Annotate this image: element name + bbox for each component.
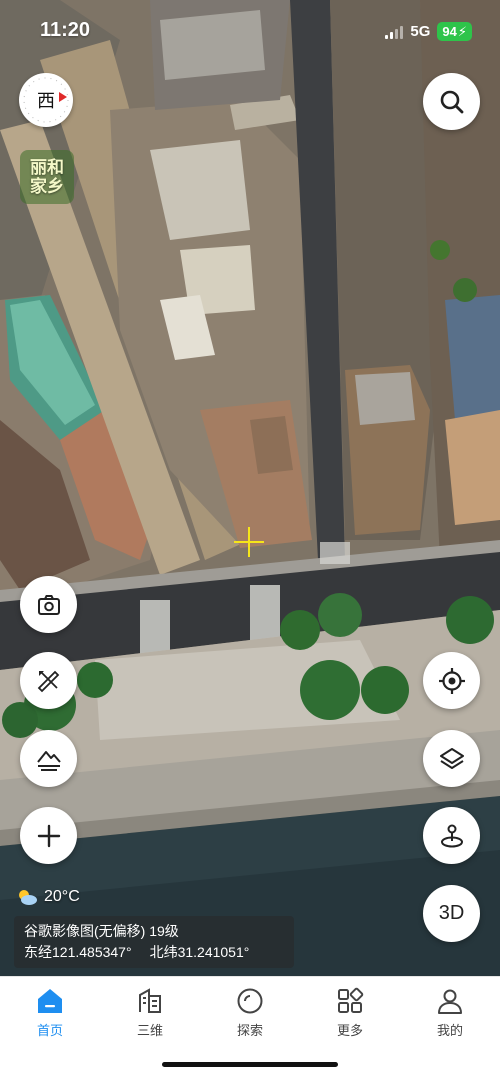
partly-cloudy-icon <box>19 890 37 905</box>
battery-indicator: 94 ⚡ <box>437 22 472 41</box>
user-icon <box>436 987 464 1015</box>
mode-3d-label: 3D <box>438 902 465 924</box>
buildings-icon <box>136 987 164 1015</box>
pin-icon <box>440 824 463 847</box>
layers-icon <box>439 747 464 769</box>
locate-icon <box>438 667 465 694</box>
terrain-icon <box>36 750 61 771</box>
home-icon <box>36 987 64 1015</box>
tab-label: 首页 <box>36 1023 63 1038</box>
bottom-tab-bar: 首页 三维 探索 更多 我的 <box>0 976 500 1068</box>
compass-button[interactable]: 西 <box>19 73 73 127</box>
layer-name: 谷歌影像图(无偏移) 19级 <box>24 923 179 939</box>
logo-text-line2: 家乡 <box>30 177 64 196</box>
ruler-pencil-icon <box>37 670 59 692</box>
charging-icon: ⚡ <box>457 23 467 39</box>
search-icon <box>440 90 463 113</box>
home-indicator <box>162 1062 338 1067</box>
status-time: 11:20 <box>40 19 91 41</box>
add-button[interactable] <box>20 807 77 864</box>
coordinates: 东经121.485347° 北纬31.241051° <box>24 942 284 963</box>
camera-icon <box>37 594 60 615</box>
apps-icon <box>336 987 364 1015</box>
status-bar: 11:20 5G 94 ⚡ <box>0 0 500 56</box>
tab-3d[interactable]: 三维 <box>100 987 200 1039</box>
map-info-panel: 谷歌影像图(无偏移) 19级 东经121.485347° 北纬31.241051… <box>14 916 294 968</box>
screenshot-button[interactable] <box>20 576 77 633</box>
pin-button[interactable] <box>423 807 480 864</box>
logo-text-line1: 丽和 <box>30 158 64 177</box>
search-button[interactable] <box>423 73 480 130</box>
tab-more[interactable]: 更多 <box>300 987 400 1039</box>
longitude: 东经121.485347° <box>24 944 132 960</box>
temperature: 20°C <box>44 888 80 905</box>
compass-needle-icon <box>59 92 67 102</box>
plus-icon <box>37 824 60 847</box>
tab-label: 更多 <box>336 1023 363 1038</box>
tab-explore[interactable]: 探索 <box>200 987 300 1039</box>
tab-profile[interactable]: 我的 <box>400 987 500 1039</box>
app-logo: 丽和 家乡 <box>20 150 74 204</box>
tab-label: 三维 <box>136 1023 163 1038</box>
locate-button[interactable] <box>423 652 480 709</box>
tab-home[interactable]: 首页 <box>0 987 100 1039</box>
layers-button[interactable] <box>423 730 480 787</box>
status-indicators: 5G 94 ⚡ <box>385 22 472 41</box>
terrain-button[interactable] <box>20 730 77 787</box>
network-label: 5G <box>410 23 431 40</box>
mode-3d-button[interactable]: 3D <box>423 885 480 942</box>
tab-label: 我的 <box>436 1023 463 1038</box>
explore-icon <box>236 987 264 1015</box>
battery-level: 94 <box>442 24 457 39</box>
map-center-crosshair <box>234 527 264 557</box>
weather-widget: 20°C <box>16 888 80 906</box>
latitude: 北纬31.241051° <box>149 944 250 960</box>
tab-label: 探索 <box>236 1023 263 1038</box>
measure-button[interactable] <box>20 652 77 709</box>
signal-icon <box>385 25 404 39</box>
